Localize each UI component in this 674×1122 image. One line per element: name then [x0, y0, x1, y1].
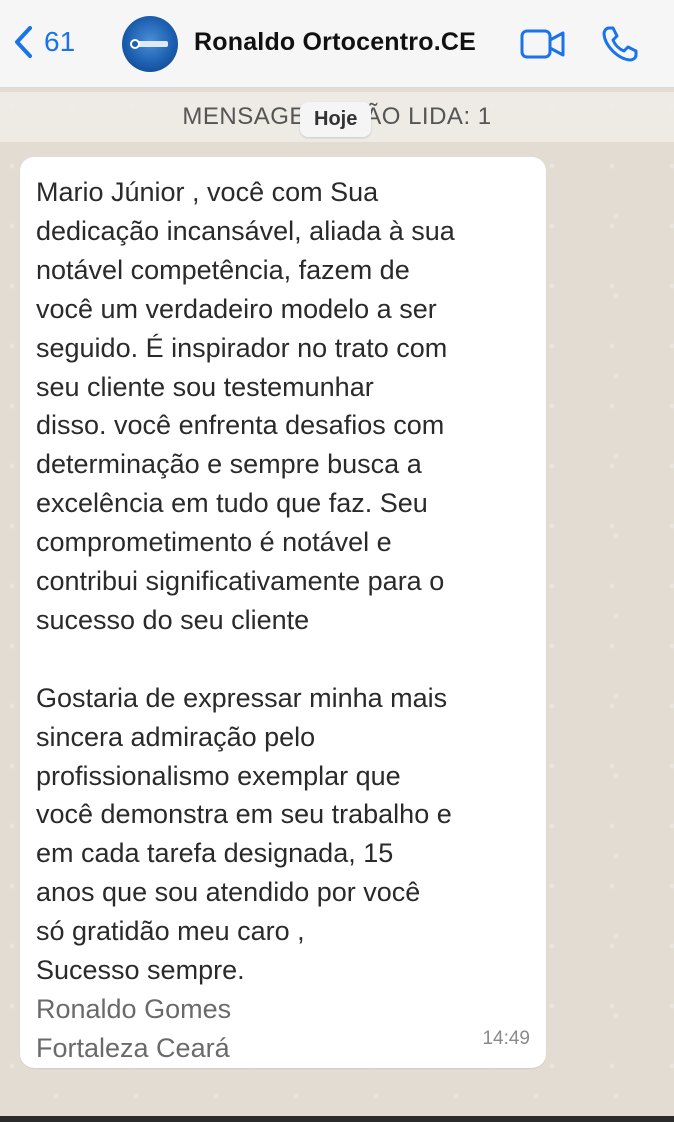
chat-area[interactable]: MENSAGENS NÃO LIDA: 1 Hoje Mario Júnior … — [0, 88, 674, 1122]
message-timestamp: 14:49 — [482, 1028, 530, 1049]
message-paragraph-2: Gostaria de expressar minha mais sincera… — [36, 682, 452, 986]
phone-icon — [602, 26, 638, 62]
voice-call-button[interactable] — [600, 24, 640, 69]
chat-header: 61 Ronaldo Ortocentro.CE — [0, 0, 674, 88]
message-paragraph-1: Mario Júnior , você com Sua dedicação in… — [36, 177, 455, 635]
avatar[interactable] — [122, 16, 178, 72]
chevron-left-icon — [15, 26, 32, 58]
video-call-icon — [520, 29, 565, 59]
contact-name[interactable]: Ronaldo Ortocentro.CE — [194, 28, 476, 57]
unread-chats-count: 61 — [44, 26, 76, 57]
date-chip: Hoje — [300, 102, 372, 137]
message-signature: Ronaldo Gomes Fortaleza Ceará — [36, 994, 232, 1063]
message-bubble[interactable]: Mario Júnior , você com Sua dedicação in… — [20, 157, 546, 1068]
avatar-logo-mark — [130, 39, 140, 49]
bottom-edge — [0, 1116, 674, 1122]
back-button[interactable]: 61 — [12, 24, 75, 60]
video-call-button[interactable] — [520, 28, 566, 65]
